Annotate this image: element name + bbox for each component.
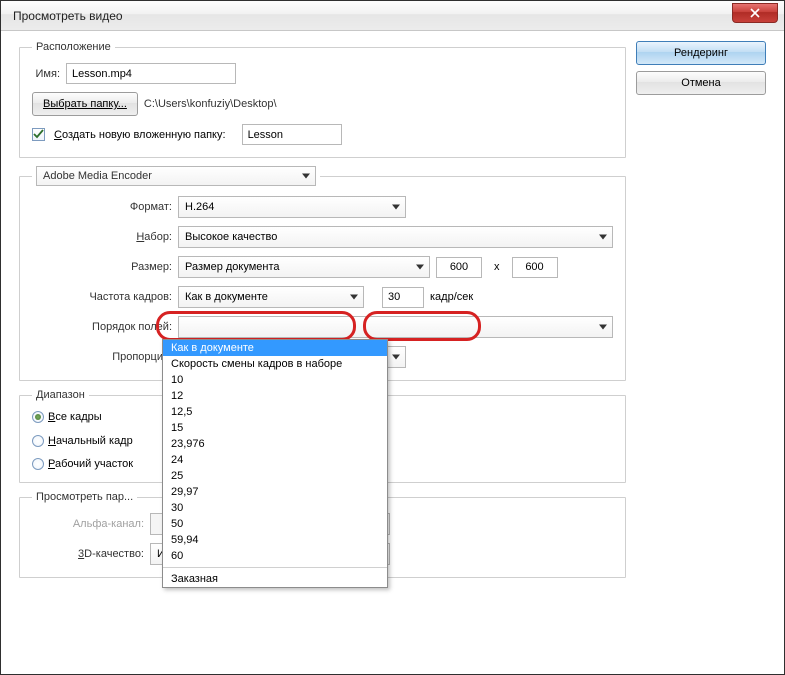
size-label: Размер: <box>60 261 172 273</box>
preset-value: Высокое качество <box>185 231 277 243</box>
framerate-dropdown[interactable]: Как в документеСкорость смены кадров в н… <box>162 339 388 588</box>
framerate-option[interactable]: 30 <box>163 500 387 516</box>
framerate-option[interactable]: Скорость смены кадров в наборе <box>163 356 387 372</box>
radio-icon <box>32 411 44 423</box>
framerate-option[interactable]: 29,97 <box>163 484 387 500</box>
titlebar: Просмотреть видео <box>1 1 784 31</box>
format-value: H.264 <box>185 201 214 213</box>
chevron-down-icon <box>302 174 310 179</box>
preset-label: Набор: <box>60 231 172 243</box>
framerate-option[interactable]: 10 <box>163 372 387 388</box>
radio-all-label: Все кадры <box>48 411 102 423</box>
framerate-option[interactable]: 60 <box>163 548 387 564</box>
quality-label: 3D-качество: <box>32 548 144 560</box>
choose-folder-button[interactable]: Выбрать папку... <box>32 92 138 116</box>
size-select[interactable]: Размер документа <box>178 256 430 278</box>
format-select[interactable]: H.264 <box>178 196 406 218</box>
close-button[interactable] <box>732 3 778 23</box>
size-value: Размер документа <box>185 261 280 273</box>
aspect-label: Пропорция: <box>60 351 172 363</box>
format-label: Формат: <box>60 201 172 213</box>
close-icon <box>750 8 760 18</box>
encoder-value: Adobe Media Encoder <box>43 170 152 182</box>
field-order-label: Порядок полей: <box>60 321 172 333</box>
window-title: Просмотреть видео <box>13 9 123 23</box>
framerate-label: Частота кадров: <box>60 291 172 303</box>
framerate-option[interactable]: 50 <box>163 516 387 532</box>
field-order-select[interactable] <box>178 316 613 338</box>
render-button[interactable]: Рендеринг <box>636 41 766 65</box>
width-input[interactable] <box>436 257 482 278</box>
check-icon <box>33 129 44 140</box>
framerate-value: Как в документе <box>185 291 268 303</box>
range-legend: Диапазон <box>32 389 89 401</box>
location-legend: Расположение <box>32 41 115 53</box>
radio-icon <box>32 435 44 447</box>
dimension-x: x <box>494 261 500 273</box>
cancel-button[interactable]: Отмена <box>636 71 766 95</box>
radio-start-label: Начальный кадр <box>48 435 133 447</box>
framerate-input[interactable] <box>382 287 424 308</box>
name-label: Имя: <box>32 68 60 80</box>
radio-icon <box>32 458 44 470</box>
framerate-option[interactable]: 59,94 <box>163 532 387 548</box>
create-subfolder-checkbox[interactable] <box>32 128 45 141</box>
subfolder-input[interactable] <box>242 124 342 145</box>
framerate-option[interactable]: 12 <box>163 388 387 404</box>
chevron-down-icon <box>599 235 607 240</box>
framerate-select[interactable]: Как в документе <box>178 286 364 308</box>
alpha-label: Альфа-канал: <box>32 518 144 530</box>
chevron-down-icon <box>392 355 400 360</box>
height-input[interactable] <box>512 257 558 278</box>
framerate-unit: кадр/сек <box>430 291 473 303</box>
chevron-down-icon <box>599 325 607 330</box>
filename-input[interactable] <box>66 63 236 84</box>
chevron-down-icon <box>350 295 358 300</box>
framerate-option[interactable]: 25 <box>163 468 387 484</box>
chevron-down-icon <box>416 265 424 270</box>
encoder-select[interactable]: Adobe Media Encoder <box>36 166 316 186</box>
location-group: Расположение Имя: Выбрать папку... C:\Us… <box>19 41 626 158</box>
preview-legend: Просмотреть пар... <box>32 491 137 503</box>
framerate-option[interactable]: 24 <box>163 452 387 468</box>
framerate-option[interactable]: Заказная <box>163 571 387 587</box>
radio-work-label: Рабочий участок <box>48 458 133 470</box>
create-subfolder-label: Создать новую вложенную папку: <box>54 129 226 141</box>
framerate-option[interactable]: 12,5 <box>163 404 387 420</box>
framerate-option[interactable]: Как в документе <box>163 340 387 356</box>
chevron-down-icon <box>392 205 400 210</box>
preset-select[interactable]: Высокое качество <box>178 226 613 248</box>
folder-path: C:\Users\konfuziy\Desktop\ <box>144 98 277 110</box>
framerate-option[interactable]: 15 <box>163 420 387 436</box>
framerate-option[interactable]: 23,976 <box>163 436 387 452</box>
